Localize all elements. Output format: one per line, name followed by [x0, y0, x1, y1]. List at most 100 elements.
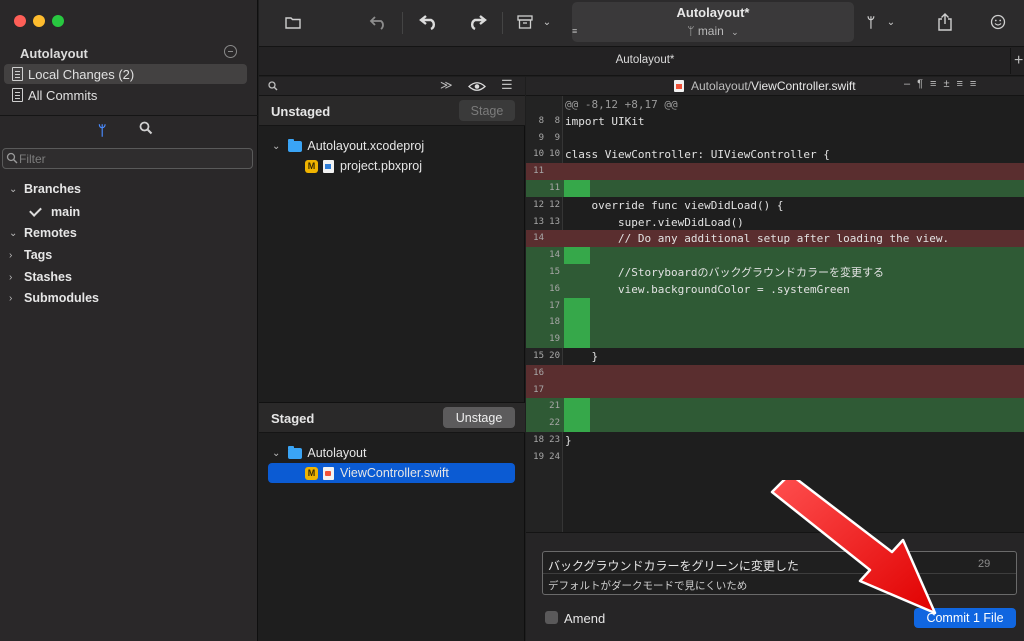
tree-item-remotes[interactable]: ⌄ Remotes	[0, 223, 258, 243]
search-icon[interactable]	[139, 121, 153, 135]
code-text: }	[565, 434, 572, 447]
chevron-down-icon[interactable]: ⌄	[9, 184, 17, 195]
tree-item-submodules[interactable]: › Submodules	[0, 288, 258, 308]
smiley-icon[interactable]	[985, 10, 1011, 34]
section-title: Staged	[271, 411, 315, 426]
tree-item-tags[interactable]: › Tags	[0, 245, 258, 265]
filter-field[interactable]	[2, 148, 253, 169]
diff-line-del[interactable]: 14 // Do any additional setup after load…	[526, 230, 1024, 248]
diff-line-ctx[interactable]: 19 24	[526, 449, 1024, 466]
new-line-number: 13	[549, 216, 560, 227]
checkmark-icon	[29, 204, 42, 217]
diff-line-ctx[interactable]: 12 12 override func viewDidLoad() {	[526, 197, 1024, 214]
undo-icon[interactable]	[366, 10, 392, 34]
commit-button[interactable]: Commit 1 File	[914, 608, 1016, 628]
stash-icon[interactable]	[512, 10, 538, 34]
added-line-marker	[564, 314, 590, 332]
collapse-all-icon[interactable]: ≫	[440, 78, 453, 92]
folder-icon	[288, 445, 303, 459]
diff-line-add[interactable]: 21	[526, 398, 1024, 416]
code-text: //Storyboardのバックグラウンドカラーを変更する	[565, 266, 885, 279]
diff-line-add[interactable]: 19	[526, 331, 1024, 349]
tree-item-branches[interactable]: ⌄ Branches	[0, 179, 258, 199]
chevron-down-icon[interactable]: ⌄	[540, 10, 554, 34]
new-line-number: 24	[549, 451, 560, 462]
filter-input[interactable]	[19, 150, 244, 167]
amend-label: Amend	[564, 611, 606, 626]
chevron-down-icon: ⌄	[731, 27, 739, 37]
file-row-selected[interactable]: M ViewController.swift	[268, 463, 515, 483]
folder-row[interactable]: ⌄ Autolayout.xcodeproj	[268, 136, 516, 156]
old-line-number: 18	[533, 435, 544, 445]
file-row[interactable]: M project.pbxproj	[305, 156, 516, 176]
diff-line-ctx[interactable]: 8 8 import UIKit	[526, 113, 1024, 130]
chevron-down-icon[interactable]: ⌄	[884, 10, 898, 34]
new-tab-button[interactable]: +	[1010, 48, 1024, 74]
folder-row[interactable]: ⌄ Autolayout	[268, 443, 516, 463]
chevron-down-icon[interactable]: ⌄	[9, 228, 17, 239]
search-icon[interactable]	[268, 81, 278, 91]
list-icon[interactable]: ☰	[501, 77, 513, 93]
added-line-marker	[564, 415, 590, 433]
diff-line-add[interactable]: 15 //Storyboardのバックグラウンドカラーを変更する	[526, 264, 1024, 281]
tab-autolayout[interactable]: Autolayout*	[520, 54, 770, 66]
unstage-button[interactable]: Unstage	[443, 407, 515, 428]
diff-line-ctx[interactable]: 10 10 class ViewController: UIViewControll…	[526, 146, 1024, 163]
collapse-icon[interactable]	[224, 45, 237, 58]
diff-line-del[interactable]: 11	[526, 163, 1024, 181]
diff-line-add[interactable]: 17	[526, 297, 1024, 315]
chevron-down-icon[interactable]: ⌄	[272, 141, 280, 152]
stage-button[interactable]: Stage	[459, 100, 515, 121]
minimize-window-button[interactable]	[33, 15, 45, 27]
stack-icon	[12, 88, 23, 102]
chevron-right-icon[interactable]: ›	[9, 293, 12, 304]
diff-options-icons[interactable]: –¶≡±≡≡	[904, 78, 983, 90]
staged-header: Staged Unstage	[259, 403, 525, 433]
document-icon	[323, 159, 334, 173]
diff-line-ctx[interactable]: 13 13 super.viewDidLoad()	[526, 214, 1024, 231]
divider	[0, 115, 258, 116]
new-line-number: 12	[549, 199, 560, 210]
diff-line-add[interactable]: 11	[526, 180, 1024, 197]
diff-line-add[interactable]: 18	[526, 314, 1024, 332]
diff-line-ctx[interactable]: 15 20 }	[526, 348, 1024, 365]
commit-body[interactable]: デフォルトがダークモードで見にくいため	[548, 578, 747, 593]
sidebar-item-all-commits[interactable]: All Commits	[4, 85, 247, 105]
new-line-number: 19	[549, 334, 560, 345]
diff-line-del[interactable]: 17	[526, 381, 1024, 399]
diff-line-add[interactable]: 14	[526, 247, 1024, 265]
commit-subject[interactable]: バックグラウンドカラーをグリーンに変更した	[548, 557, 799, 574]
branch-icon[interactable]: ᛘ	[98, 122, 106, 138]
diff-header: Autolayout/ViewController.swift –¶≡±≡≡	[526, 77, 1024, 96]
old-line-number: 13	[533, 216, 544, 227]
diff-line-add[interactable]: 16 view.backgroundColor = .systemGreen	[526, 280, 1024, 298]
diff-line-ctx[interactable]: 18 23}	[526, 432, 1024, 449]
new-line-number: 22	[549, 418, 560, 429]
folder-name: Autolayout	[307, 446, 367, 460]
tree-item-label: Stashes	[24, 270, 72, 284]
code-text: override func viewDidLoad() {	[565, 198, 784, 212]
tree-item-stashes[interactable]: › Stashes	[0, 267, 258, 287]
diff-line-hunk[interactable]: @@ -8,12 +8,17 @@	[526, 96, 1024, 113]
chevron-right-icon[interactable]: ›	[9, 250, 12, 261]
fetch-icon[interactable]	[416, 10, 442, 34]
diff-line-add[interactable]: 22	[526, 415, 1024, 433]
diff-line-ctx[interactable]: 99	[526, 130, 1024, 147]
sidebar: Autolayout Local Changes (2) All Commits…	[0, 0, 258, 641]
diff-line-del[interactable]: 16	[526, 364, 1024, 382]
new-line-number: 14	[549, 250, 560, 261]
chevron-down-icon[interactable]: ⌄	[272, 448, 280, 459]
eye-icon[interactable]	[468, 81, 486, 92]
sidebar-item-local-changes[interactable]: Local Changes (2)	[4, 64, 247, 84]
tree-item-main-branch[interactable]: main	[0, 202, 258, 222]
swift-file-icon	[323, 466, 334, 480]
chevron-right-icon[interactable]: ›	[9, 272, 12, 283]
amend-checkbox[interactable]	[545, 611, 558, 624]
close-window-button[interactable]	[14, 15, 26, 27]
branch-selector[interactable]: ᛘ main ⌄	[572, 24, 854, 38]
share-icon[interactable]	[932, 10, 958, 34]
branch-icon[interactable]: ᛘ	[858, 10, 884, 34]
zoom-window-button[interactable]	[52, 15, 64, 27]
push-icon[interactable]	[464, 10, 490, 34]
folder-icon[interactable]	[280, 10, 306, 34]
